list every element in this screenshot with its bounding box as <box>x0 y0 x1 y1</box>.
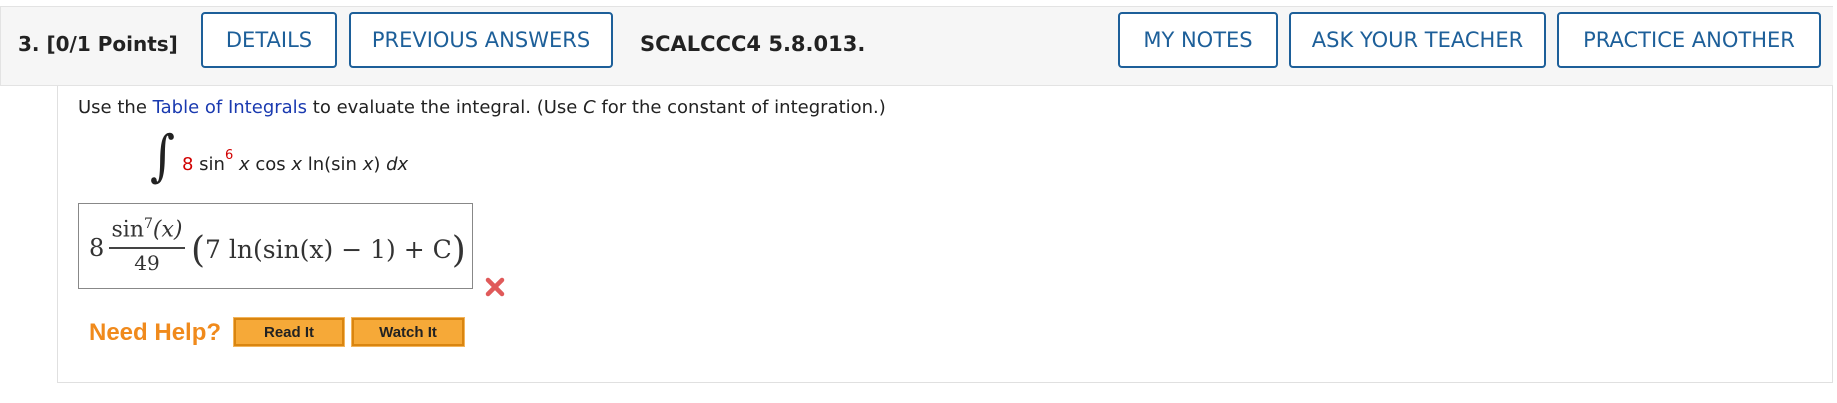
integral-sign: ∫ <box>150 123 176 189</box>
integrand-var3: x <box>362 154 374 175</box>
question-points: [0/1 Points] <box>46 32 178 56</box>
prompt-prefix: Use the <box>78 97 153 118</box>
integrand-close: ) <box>373 154 387 175</box>
answer-open-paren: ( <box>191 230 206 271</box>
fraction-bar <box>109 247 185 249</box>
answer-denominator: 49 <box>134 250 160 275</box>
integrand-var2: x <box>291 154 303 175</box>
answer-body: 7 ln(sin(x) − 1) + C <box>205 235 452 264</box>
integrand-coefficient: 8 <box>182 154 194 175</box>
read-it-button[interactable]: Read It <box>233 317 345 347</box>
answer-numerator: sin7(x) <box>111 216 183 243</box>
integrand-power: 6 <box>224 148 234 163</box>
integrand-cos: cos <box>249 154 292 175</box>
answer-input[interactable]: 8 sin7(x) 49 (7 ln(sin(x) − 1) + C) <box>78 203 473 289</box>
question-number: 3. <box>18 32 40 56</box>
integrand-dx: dx <box>386 154 409 175</box>
answer-fraction: sin7(x) 49 <box>109 216 185 275</box>
integrand: 8 sin6 x cos x ln(sin x) dx <box>182 148 409 175</box>
answer-numerator-arg: (x) <box>152 217 183 243</box>
table-of-integrals-link[interactable]: Table of Integrals <box>153 97 307 118</box>
watch-it-button[interactable]: Watch It <box>351 317 465 347</box>
answer-numerator-power: 7 <box>144 216 153 232</box>
my-notes-button[interactable]: MY NOTES <box>1118 12 1278 68</box>
answer-close-paren: ) <box>451 230 466 271</box>
question-number-points: 3. [0/1 Points] <box>18 32 178 56</box>
prompt-constant: C <box>583 97 596 118</box>
answer-coefficient: 8 <box>89 234 105 262</box>
prompt-middle: to evaluate the integral. (Use <box>307 97 584 118</box>
need-help-label: Need Help? <box>89 319 222 346</box>
integrand-sin: sin <box>193 154 225 175</box>
previous-answers-button[interactable]: PREVIOUS ANSWERS <box>349 12 613 68</box>
incorrect-x-icon <box>485 277 505 297</box>
ask-your-teacher-button[interactable]: ASK YOUR TEACHER <box>1289 12 1546 68</box>
question-prompt: Use the Table of Integrals to evaluate t… <box>78 97 886 118</box>
integrand-ln: ln(sin <box>302 154 363 175</box>
answer-expression: (7 ln(sin(x) − 1) + C) <box>191 230 466 271</box>
prompt-suffix: for the constant of integration.) <box>595 97 886 118</box>
integrand-var1: x <box>233 154 250 175</box>
practice-another-button[interactable]: PRACTICE ANOTHER <box>1557 12 1821 68</box>
course-code: SCALCCC4 5.8.013. <box>640 32 866 56</box>
details-button[interactable]: DETAILS <box>201 12 337 68</box>
